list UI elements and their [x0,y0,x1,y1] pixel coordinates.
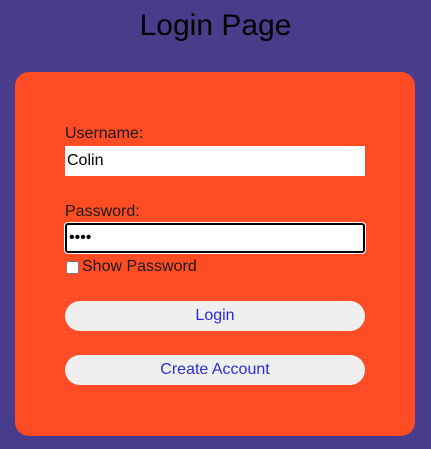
show-password-label[interactable]: Show Password [82,258,197,276]
username-input[interactable] [65,146,365,176]
password-input[interactable] [65,223,365,253]
login-button[interactable]: Login [65,301,365,331]
create-account-button[interactable]: Create Account [65,355,365,385]
page-title: Login Page [139,9,292,42]
password-label: Password: [65,203,140,220]
login-card: Username: Password: Show Password Login … [15,72,415,436]
show-password-row: Show Password [65,258,197,276]
show-password-checkbox[interactable] [66,260,79,274]
username-label: Username: [65,125,144,142]
